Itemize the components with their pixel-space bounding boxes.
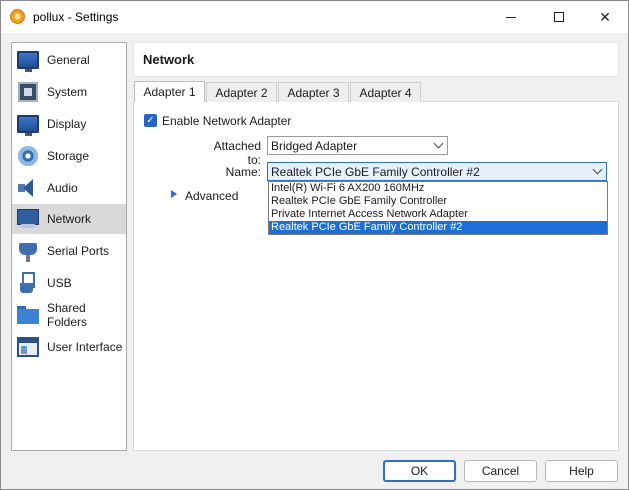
sidebar-item-label: Storage xyxy=(47,149,90,163)
advanced-section-toggle[interactable]: Advanced xyxy=(185,189,238,203)
general-monitor-icon xyxy=(16,49,40,72)
sidebar-item-label: Display xyxy=(47,117,87,131)
adapter-name-value: Realtek PCIe GbE Family Controller #2 xyxy=(271,164,480,179)
minimize-button[interactable] xyxy=(488,1,534,33)
title-bar: pollux - Settings ✕ xyxy=(1,1,628,33)
sidebar-item-shared-folders[interactable]: Shared Folders xyxy=(12,300,126,330)
user-interface-window-icon xyxy=(16,336,40,358)
sidebar-item-label: User Interface xyxy=(47,340,123,354)
sidebar-item-audio[interactable]: Audio xyxy=(12,173,126,203)
network-settings-panel: Network Adapter 1 Adapter 2 Adapter 3 Ad… xyxy=(133,42,619,451)
sidebar-item-storage[interactable]: Storage xyxy=(12,141,126,171)
audio-speaker-icon xyxy=(16,177,40,199)
sidebar-item-label: System xyxy=(47,85,88,99)
tab-adapter-1[interactable]: Adapter 1 xyxy=(134,81,205,102)
close-button[interactable]: ✕ xyxy=(582,1,628,33)
ok-button[interactable]: OK xyxy=(383,460,456,482)
minimize-icon xyxy=(506,16,516,18)
sidebar-item-label: General xyxy=(47,53,90,67)
checkmark-icon: ✓ xyxy=(146,114,155,126)
tab-label: Adapter 2 xyxy=(215,85,268,100)
system-chip-icon xyxy=(16,81,40,103)
sidebar-item-general[interactable]: General xyxy=(12,45,126,75)
tab-adapter-4[interactable]: Adapter 4 xyxy=(350,82,421,102)
sidebar-item-label: Serial Ports xyxy=(47,244,110,258)
dropdown-option[interactable]: Private Internet Access Network Adapter xyxy=(269,208,607,221)
cancel-button[interactable]: Cancel xyxy=(464,460,537,482)
sidebar-item-usb[interactable]: USB xyxy=(12,268,126,298)
enable-network-adapter-label: Enable Network Adapter xyxy=(162,114,292,128)
page-header: Network xyxy=(133,42,619,77)
page-title: Network xyxy=(143,52,195,67)
attached-to-label: Attached to: xyxy=(213,139,261,167)
serial-port-icon xyxy=(16,240,40,262)
dropdown-option-highlighted[interactable]: Realtek PCIe GbE Family Controller #2 xyxy=(269,221,607,234)
network-adapter-icon xyxy=(16,208,40,230)
storage-disc-icon xyxy=(16,145,40,167)
sidebar-item-serial-ports[interactable]: Serial Ports xyxy=(12,236,126,266)
expand-arrow-icon[interactable] xyxy=(171,190,179,198)
chevron-down-icon xyxy=(592,164,603,175)
sidebar-item-network[interactable]: Network xyxy=(12,204,126,234)
attached-to-select[interactable]: Bridged Adapter xyxy=(267,136,448,155)
sidebar-item-system[interactable]: System xyxy=(12,77,126,107)
adapter-name-dropdown-list: Intel(R) Wi-Fi 6 AX200 160MHz Realtek PC… xyxy=(268,181,608,235)
tab-label: Adapter 1 xyxy=(143,85,196,99)
name-label: Name: xyxy=(225,165,261,179)
tab-adapter-3[interactable]: Adapter 3 xyxy=(278,82,349,102)
enable-network-adapter-checkbox[interactable]: ✓ xyxy=(144,114,157,127)
dropdown-option[interactable]: Realtek PCIe GbE Family Controller xyxy=(269,195,607,208)
help-button[interactable]: Help xyxy=(545,460,618,482)
settings-sidebar: General System Display Storage Audio Net… xyxy=(11,42,127,451)
tab-label: Adapter 4 xyxy=(359,85,412,100)
window-title: pollux - Settings xyxy=(33,10,119,24)
settings-window: pollux - Settings ✕ General System Displ… xyxy=(0,0,629,490)
dropdown-option[interactable]: Intel(R) Wi-Fi 6 AX200 160MHz xyxy=(269,182,607,195)
sidebar-item-label: Audio xyxy=(47,181,78,195)
sidebar-item-label: Shared Folders xyxy=(47,301,88,329)
tab-label: Adapter 3 xyxy=(287,85,340,100)
maximize-button[interactable] xyxy=(536,1,582,33)
sidebar-item-label: Network xyxy=(47,212,92,226)
display-monitor-icon xyxy=(16,113,40,136)
maximize-icon xyxy=(554,12,564,22)
close-icon: ✕ xyxy=(599,8,611,25)
adapter-name-select[interactable]: Realtek PCIe GbE Family Controller #2 xyxy=(267,162,607,181)
sidebar-item-label: USB xyxy=(47,276,72,290)
chevron-down-icon xyxy=(433,138,444,149)
tab-adapter-2[interactable]: Adapter 2 xyxy=(206,82,277,102)
usb-icon xyxy=(16,272,40,294)
sidebar-item-user-interface[interactable]: User Interface xyxy=(12,332,126,362)
virtualbox-app-icon xyxy=(10,9,25,24)
shared-folder-icon xyxy=(16,304,40,326)
attached-to-value: Bridged Adapter xyxy=(271,138,358,153)
sidebar-item-display[interactable]: Display xyxy=(12,109,126,139)
